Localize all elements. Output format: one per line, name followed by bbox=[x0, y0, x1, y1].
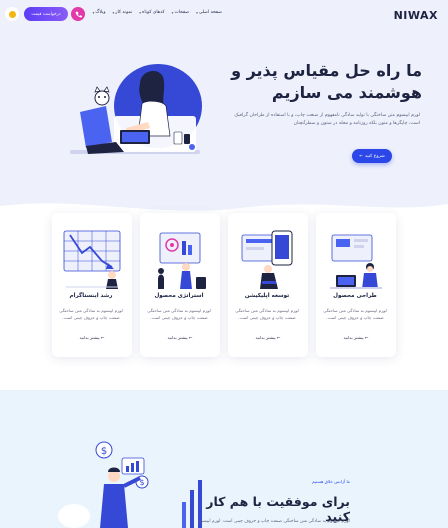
service-title: رشد اینستاگرام bbox=[69, 293, 113, 299]
service-card-instagram[interactable]: رشد اینستاگرام لورم ایپسوم به سادگی متن … bbox=[52, 213, 132, 357]
arrow-left-icon: ← bbox=[99, 335, 105, 340]
learn-more-label: بیشتر بدانید bbox=[343, 335, 364, 340]
service-text: لورم ایپسوم به سادگی متن ساختگی صنعت چاپ… bbox=[323, 308, 387, 320]
service-card-design[interactable]: طراحی محصول لورم ایپسوم به سادگی متن ساخ… bbox=[316, 213, 396, 357]
arrow-left-icon: ← bbox=[363, 335, 369, 340]
service-title: استراتژی محصول bbox=[154, 293, 204, 299]
language-icon bbox=[8, 10, 16, 18]
growth-chart-illustration bbox=[63, 230, 121, 289]
hero-illustration bbox=[70, 64, 202, 154]
nav-label: نمونه کار bbox=[115, 10, 133, 15]
strategy-illustration bbox=[158, 232, 206, 289]
nav-label: صفحات bbox=[174, 10, 190, 15]
phone-icon bbox=[75, 11, 82, 17]
main-nav: ▾ صفحه اصلی ▾ صفحات ▾ کدهای کوتاه ▾ نمونه کا… bbox=[92, 10, 222, 15]
hero-description: لورم ایپسوم متن ساختگی با تولید سادگی نا… bbox=[234, 113, 420, 126]
phone-button[interactable] bbox=[71, 7, 85, 21]
learn-more-link[interactable]: ← بیشتر بدانید bbox=[140, 335, 220, 340]
nav-item-home[interactable]: ▾ صفحه اصلی bbox=[196, 10, 222, 15]
app-development-illustration bbox=[241, 230, 293, 289]
learn-more-link[interactable]: ← بیشتر بدانید bbox=[52, 335, 132, 340]
arrow-left-icon: ← bbox=[275, 335, 281, 340]
hero-section: NIWAX ▾ صفحه اصلی ▾ صفحات ▾ کدهای کوتاه ▾ نم… bbox=[0, 0, 448, 220]
product-design-illustration bbox=[330, 234, 382, 289]
service-title: توسعه اپلیکیشن bbox=[244, 293, 290, 299]
nav-item-portfolio[interactable]: ▾ نمونه کار bbox=[113, 10, 133, 15]
quote-button[interactable]: درخواست قیمت bbox=[24, 7, 68, 21]
nav-label: کدهای کوتاه bbox=[142, 10, 165, 15]
service-text: لورم ایپسوم به سادگی متن ساختگی صنعت چاپ… bbox=[147, 308, 211, 320]
nav-item-pages[interactable]: ▾ صفحات bbox=[172, 10, 189, 15]
learn-more-label: بیشتر بدانید bbox=[79, 335, 100, 340]
language-button[interactable] bbox=[5, 7, 19, 21]
chevron-down-icon: ▾ bbox=[196, 10, 198, 15]
learn-more-link[interactable]: ← بیشتر بدانید bbox=[316, 335, 396, 340]
start-button[interactable]: ← شروع کنید bbox=[352, 149, 392, 163]
svg-text:$: $ bbox=[101, 446, 107, 457]
start-button-label: شروع کنید bbox=[365, 153, 385, 159]
arrow-left-icon: ← bbox=[359, 153, 363, 159]
services-section: رشد اینستاگرام لورم ایپسوم به سادگی متن … bbox=[52, 213, 396, 357]
site-header: NIWAX ▾ صفحه اصلی ▾ صفحات ▾ کدهای کوتاه ▾ نم… bbox=[0, 0, 448, 30]
learn-more-label: بیشتر بدانید bbox=[167, 335, 188, 340]
nav-item-blog[interactable]: ▾ وبلاگ bbox=[93, 10, 106, 15]
chevron-down-icon: ▾ bbox=[92, 10, 95, 15]
nav-item-shortcodes[interactable]: ▾ کدهای کوتاه bbox=[139, 10, 164, 15]
hero-title: ما راه حل مقیاس پذیر و هوشمند می سازیم bbox=[231, 61, 422, 102]
service-card-strategy[interactable]: استراتژی محصول لورم ایپسوم به سادگی متن … bbox=[140, 213, 220, 357]
learn-more-link[interactable]: ← بیشتر بدانید bbox=[228, 335, 308, 340]
nav-label: وبلاگ bbox=[95, 10, 106, 15]
section-tag: ما آژانس خلاق هستیم bbox=[312, 479, 350, 484]
learn-more-label: بیشتر بدانید bbox=[255, 335, 276, 340]
section-text: لورم ایپسوم به سادگی متن ساختگی صنعت چاپ… bbox=[197, 519, 350, 524]
about-section: $ $ ما آژانس خلاق هستیم برای موفقیت با ه… bbox=[0, 390, 448, 528]
chevron-down-icon: ▾ bbox=[171, 10, 174, 15]
arrow-left-icon: ← bbox=[187, 335, 193, 340]
service-text: لورم ایپسوم به سادگی متن ساختگی صنعت چاپ… bbox=[59, 308, 123, 320]
site-logo[interactable]: NIWAX bbox=[394, 9, 438, 22]
service-title: طراحی محصول bbox=[333, 293, 377, 299]
service-text: لورم ایپسوم به سادگی متن ساختگی صنعت چاپ… bbox=[235, 308, 299, 320]
service-card-app[interactable]: توسعه اپلیکیشن لورم ایپسوم به سادگی متن … bbox=[228, 213, 308, 357]
nav-label: صفحه اصلی bbox=[198, 10, 222, 15]
chevron-down-icon: ▾ bbox=[139, 10, 142, 15]
